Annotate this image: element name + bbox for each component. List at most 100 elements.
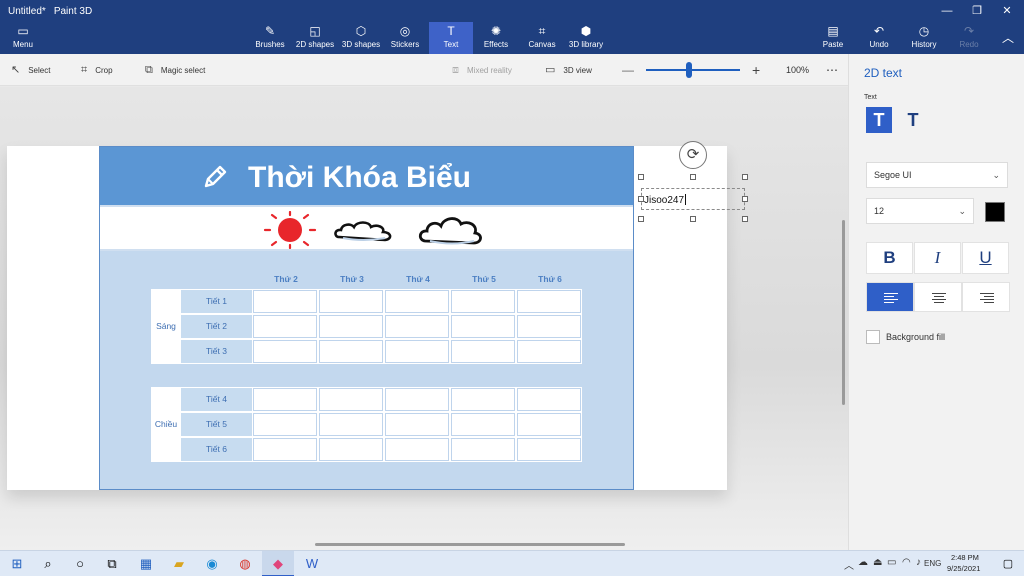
zoom-slider-thumb[interactable]	[686, 62, 693, 78]
cortana-icon[interactable]: ○	[64, 551, 96, 576]
close-button[interactable]: ✕	[992, 0, 1022, 22]
session-group-afternoon: Chiều Tiết 4 Tiết 5 Tiết 6	[151, 387, 582, 462]
usb-icon[interactable]: ⏏	[873, 557, 882, 568]
maximize-button[interactable]: ❐	[962, 0, 992, 22]
action-label: Undo	[869, 40, 889, 49]
input-language[interactable]: ENG	[924, 559, 941, 568]
folder-icon: ▭	[17, 24, 29, 38]
magic-select-label: Magic select	[160, 66, 206, 75]
minimize-button[interactable]: —	[932, 0, 962, 22]
undo-button[interactable]: ↶ Undo	[864, 22, 894, 54]
period-label: Tiết 3	[181, 340, 252, 363]
table-row: Tiết 3	[181, 339, 582, 364]
text-box[interactable]: Jisoo247	[641, 188, 745, 210]
table-cell	[319, 340, 383, 363]
volume-icon[interactable]: ♪	[916, 557, 921, 568]
crop-icon: ⌗	[81, 64, 88, 76]
document-title: Untitled*	[8, 6, 46, 17]
tab-3d-shapes[interactable]: ⬡ 3D shapes	[340, 22, 382, 54]
3d-text-mode-button[interactable]: T	[900, 107, 926, 133]
horizontal-scrollbar[interactable]	[315, 543, 625, 546]
action-label: Paste	[822, 40, 844, 49]
word-icon[interactable]: W	[296, 551, 328, 576]
chrome-icon[interactable]: ◍	[229, 551, 261, 576]
more-options-button[interactable]: ⋯	[826, 54, 838, 86]
tab-label: 2D shapes	[295, 40, 335, 49]
crop-label: Crop	[95, 66, 113, 75]
resize-handle[interactable]	[742, 174, 748, 180]
bold-button[interactable]: B	[866, 242, 913, 274]
paste-button[interactable]: ▤ Paste	[818, 22, 848, 54]
background-fill-checkbox[interactable]	[866, 330, 880, 344]
resize-handle[interactable]	[638, 196, 644, 202]
collapse-ribbon-button[interactable]: ︿	[996, 22, 1020, 54]
workspace[interactable]: Thời Khóa Biểu Thứ 2 Thứ 3 Thứ 4 Thứ 5 T…	[0, 87, 848, 550]
taskbar: ⊞ ⌕ ○ ⧉ ▦ ▰ ◉ ◍ ◆ W ︿ ☁ ⏏ ▭ ◠ ♪ ENG 2:48…	[0, 550, 1024, 576]
magic-select-button[interactable]: ⧉ Magic select	[145, 54, 205, 86]
calculator-icon[interactable]: ▦	[130, 551, 162, 576]
network-icon[interactable]: ◠	[902, 557, 911, 568]
font-family-dropdown[interactable]: Segoe UI ⌄	[866, 162, 1008, 188]
font-family-value: Segoe UI	[874, 170, 912, 180]
resize-handle[interactable]	[742, 216, 748, 222]
table-cell	[451, 388, 515, 411]
vertical-scrollbar[interactable]	[842, 220, 845, 405]
chevron-up-icon[interactable]: ︿	[844, 557, 854, 572]
onedrive-icon[interactable]: ☁	[858, 557, 868, 568]
tab-label: 3D shapes	[341, 40, 381, 49]
search-icon[interactable]: ⌕	[32, 551, 64, 576]
history-button[interactable]: ◷ History	[906, 22, 942, 54]
tab-label: Canvas	[528, 40, 556, 49]
tab-effects[interactable]: ✺ Effects	[479, 22, 513, 54]
tab-3d-library[interactable]: ⬢ 3D library	[566, 22, 606, 54]
underline-button[interactable]: U	[962, 242, 1009, 274]
tab-2d-shapes[interactable]: ◱ 2D shapes	[294, 22, 336, 54]
select-label: Select	[28, 66, 51, 75]
zoom-slider-track[interactable]	[646, 69, 740, 71]
align-center-button[interactable]	[914, 282, 962, 312]
table-cell	[385, 290, 449, 313]
font-size-dropdown[interactable]: 12 ⌄	[866, 198, 974, 224]
resize-handle[interactable]	[690, 216, 696, 222]
mixed-reality-button[interactable]: ⧈ Mixed reality	[452, 54, 512, 86]
tab-stickers[interactable]: ◎ Stickers	[387, 22, 423, 54]
italic-button[interactable]: I	[914, 242, 961, 274]
text-t-icon: T	[447, 24, 455, 38]
tab-canvas[interactable]: ⌗ Canvas	[524, 22, 560, 54]
clock-date[interactable]: 9/25/2021	[947, 564, 980, 573]
tab-text[interactable]: T Text	[429, 22, 473, 54]
resize-handle[interactable]	[690, 174, 696, 180]
align-left-button[interactable]	[866, 282, 914, 312]
3d-view-button[interactable]: ▭ 3D view	[545, 54, 592, 86]
text-properties-panel: 2D text Text T T Segoe UI ⌄ 12 ⌄ B I U B…	[848, 54, 1024, 550]
windows-start-icon[interactable]: ⊞	[1, 551, 33, 576]
text-color-swatch[interactable]	[985, 202, 1005, 222]
notification-icon[interactable]: ▢	[992, 551, 1024, 576]
session-group-morning: Sáng Tiết 1 Tiết 2 Tiết 3	[151, 289, 582, 364]
crop-button[interactable]: ⌗ Crop	[81, 54, 113, 86]
menu-button[interactable]: ▭ Menu	[6, 22, 40, 54]
edge-icon[interactable]: ◉	[196, 551, 228, 576]
zoom-out-button[interactable]: —	[622, 54, 634, 86]
zoom-in-button[interactable]: +	[752, 54, 760, 86]
tab-brushes[interactable]: ✎ Brushes	[252, 22, 288, 54]
canvas[interactable]: Thời Khóa Biểu Thứ 2 Thứ 3 Thứ 4 Thứ 5 T…	[7, 146, 727, 490]
resize-handle[interactable]	[742, 196, 748, 202]
select-button[interactable]: ↖ Select	[11, 54, 50, 86]
effects-icon: ✺	[490, 24, 502, 38]
redo-button[interactable]: ↷ Redo	[954, 22, 984, 54]
task-view-icon[interactable]: ⧉	[96, 551, 128, 576]
text-box-content[interactable]: Jisoo247	[644, 194, 686, 206]
day-header: Thứ 6	[538, 274, 562, 284]
rotate-handle-icon[interactable]: ⟳	[679, 141, 707, 169]
timetable-poster: Thời Khóa Biểu Thứ 2 Thứ 3 Thứ 4 Thứ 5 T…	[99, 146, 634, 490]
resize-handle[interactable]	[638, 174, 644, 180]
battery-icon[interactable]: ▭	[887, 557, 896, 568]
resize-handle[interactable]	[638, 216, 644, 222]
align-right-button[interactable]	[962, 282, 1010, 312]
paint-3d-icon[interactable]: ◆	[262, 551, 294, 576]
2d-text-mode-button[interactable]: T	[866, 107, 892, 133]
table-cell	[319, 438, 383, 461]
clock-time[interactable]: 2:48 PM	[951, 553, 979, 562]
file-explorer-icon[interactable]: ▰	[163, 551, 195, 576]
